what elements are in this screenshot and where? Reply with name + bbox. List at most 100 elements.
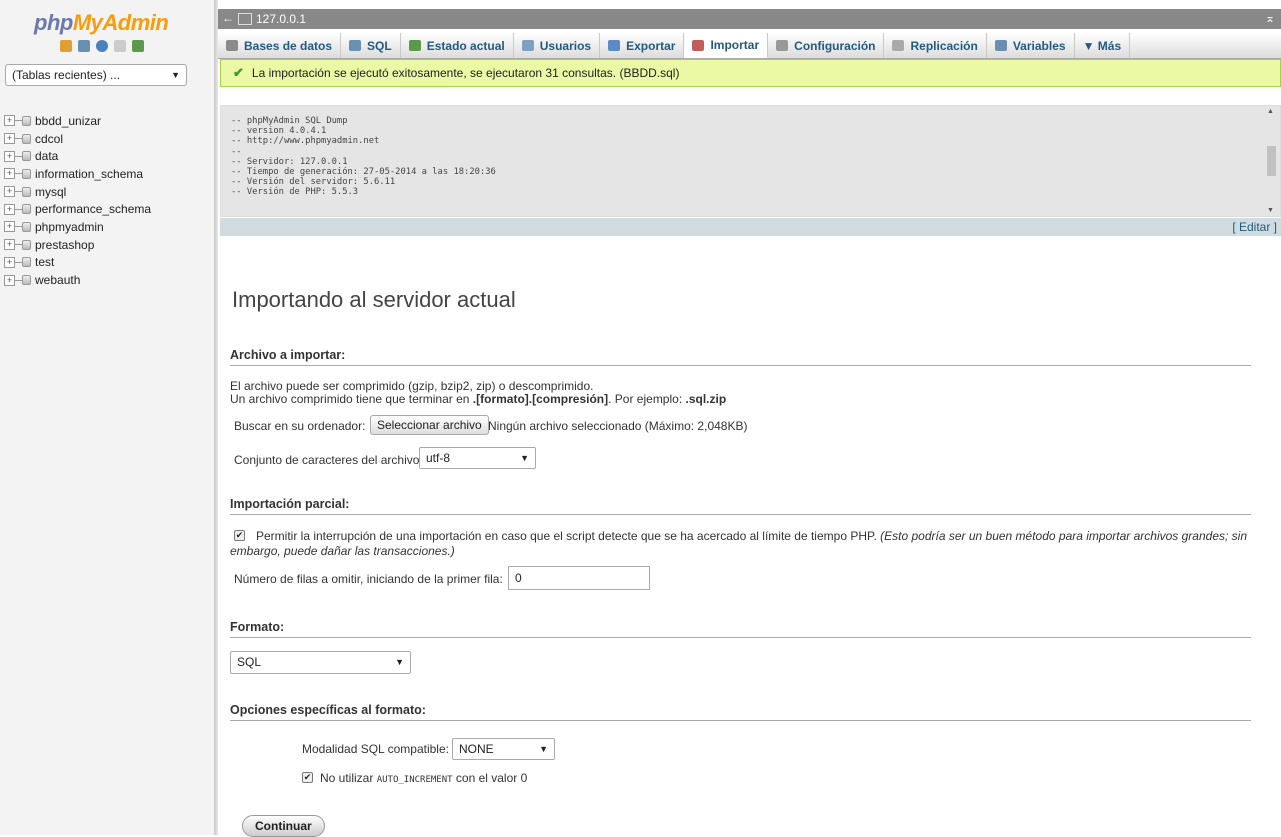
database-icon [22,168,31,179]
export-icon [608,40,621,51]
database-icon [22,239,31,250]
auto-inc-post: con el valor 0 [455,771,528,785]
tab-users[interactable]: Usuarios [514,33,601,58]
format-value: SQL [237,655,262,669]
database-item[interactable]: + phpmyadmin [4,218,151,236]
database-icon [22,275,31,286]
left-navigation: phpMyAdmin (Tablas recientes) ... ▼ + bbd… [0,0,214,835]
database-name[interactable]: cdcol [35,132,63,146]
allow-interrupt-checkbox[interactable]: ✔ [234,530,245,541]
skip-rows-input[interactable]: 0 [508,566,650,590]
charset-select[interactable]: utf-8 ▼ [419,447,536,469]
tree-line [15,138,22,140]
auto-inc-code: AUTO_INCREMENT [376,775,453,785]
allow-interrupt-note-2-text: embargo, puede dañar las transacciones.) [230,544,455,558]
compat-mode-select[interactable]: NONE ▼ [452,738,555,760]
check-icon: ✔ [233,65,244,80]
sql-dump-box[interactable]: -- phpMyAdmin SQL Dump -- version 4.0.4.… [220,105,1281,217]
edit-bar: [ Editar ] [220,218,1281,236]
home-icon[interactable] [60,40,72,52]
tree-line [15,279,22,281]
allow-interrupt-note: (Esto podría ser un buen método para imp… [880,529,1248,543]
database-item[interactable]: + bbdd_unizar [4,112,151,130]
expand-icon[interactable]: + [4,115,15,127]
chevron-down-icon: ▼ [539,744,548,754]
users-icon [521,40,534,51]
expand-icon[interactable]: + [4,186,15,198]
phpmyadmin-logo[interactable]: phpMyAdmin [34,10,169,36]
tree-line [15,191,22,193]
database-name[interactable]: data [35,149,58,163]
database-icon [22,186,31,197]
tab-export[interactable]: Exportar [600,33,685,58]
tab-replication[interactable]: Replicación [884,33,987,58]
database-item[interactable]: + performance_schema [4,200,151,218]
expand-icon[interactable]: + [4,221,15,233]
scroll-up-icon[interactable]: ▲ [1267,108,1274,115]
database-name[interactable]: test [35,255,54,269]
expand-icon[interactable]: + [4,274,15,286]
tree-line [15,208,22,210]
continue-button[interactable]: Continuar [242,815,325,837]
tab-label: ▼ Más [1082,38,1122,53]
logo-my-text: My [72,10,103,35]
collapse-icon[interactable]: ⌅ [1265,11,1275,25]
database-icon [22,115,31,126]
database-icon [22,204,31,215]
exit-icon[interactable] [78,40,90,52]
settings-icon[interactable] [132,40,144,52]
variables-icon [994,40,1007,51]
database-item[interactable]: + test [4,254,151,272]
database-name[interactable]: bbdd_unizar [35,114,101,128]
tab-status[interactable]: Estado actual [401,33,514,58]
scroll-thumb[interactable] [1267,146,1276,176]
no-auto-increment-checkbox[interactable]: ✔ [302,772,313,783]
database-name[interactable]: information_schema [35,167,143,181]
no-auto-increment-label: No utilizar AUTO_INCREMENT con el valor … [320,771,527,785]
tab-sql[interactable]: SQL [341,33,401,58]
database-name[interactable]: webauth [35,273,80,287]
edit-link[interactable]: [ Editar ] [1232,220,1277,234]
server-breadcrumb: ← 127.0.0.1 ⌅ [218,9,1281,29]
tab-label: SQL [367,38,392,53]
database-name[interactable]: phpmyadmin [35,220,104,234]
database-icon [22,151,31,162]
database-item[interactable]: + cdcol [4,130,151,148]
back-arrow-icon[interactable]: ← [222,11,234,25]
tab-more[interactable]: ▼ Más [1075,33,1131,58]
database-item[interactable]: + webauth [4,271,151,289]
database-item[interactable]: + prestashop [4,236,151,254]
help-icon[interactable] [96,40,108,52]
tab-variables[interactable]: Variables [987,33,1075,58]
expand-icon[interactable]: + [4,133,15,145]
database-item[interactable]: + mysql [4,183,151,201]
expand-icon[interactable]: + [4,168,15,180]
expand-icon[interactable]: + [4,150,15,162]
scroll-down-icon[interactable]: ▼ [1267,207,1274,214]
database-item[interactable]: + information_schema [4,165,151,183]
sql-dump-text: -- phpMyAdmin SQL Dump -- version 4.0.4.… [231,116,496,198]
expand-icon[interactable]: + [4,203,15,215]
nav-resize-handle[interactable] [214,0,218,835]
database-name[interactable]: mysql [35,185,66,199]
tab-label: Bases de datos [244,38,333,53]
docs-icon[interactable] [114,40,126,52]
database-name[interactable]: performance_schema [35,202,151,216]
sql-scrollbar[interactable]: ▲ ▼ [1265,108,1278,214]
database-name[interactable]: prestashop [35,238,94,252]
logo-php-text: php [34,10,73,35]
compression-info-2: Un archivo comprimido tiene que terminar… [230,392,726,406]
select-file-button[interactable]: Seleccionar archivo [370,415,489,435]
server-link[interactable]: 127.0.0.1 [238,12,306,26]
database-item[interactable]: + data [4,147,151,165]
expand-icon[interactable]: + [4,239,15,251]
format-select[interactable]: SQL ▼ [230,651,411,674]
auto-inc-pre: No utilizar [320,771,374,785]
expand-icon[interactable]: + [4,256,15,268]
tab-database[interactable]: Bases de datos [218,33,342,58]
recent-tables-select[interactable]: (Tablas recientes) ... ▼ [5,64,187,86]
tab-label: Variables [1012,38,1066,53]
tab-wrench[interactable]: Configuración [768,33,885,58]
allow-interrupt-main: Permitir la interrupción de una importac… [256,529,877,543]
tab-import[interactable]: Importar [684,33,769,58]
